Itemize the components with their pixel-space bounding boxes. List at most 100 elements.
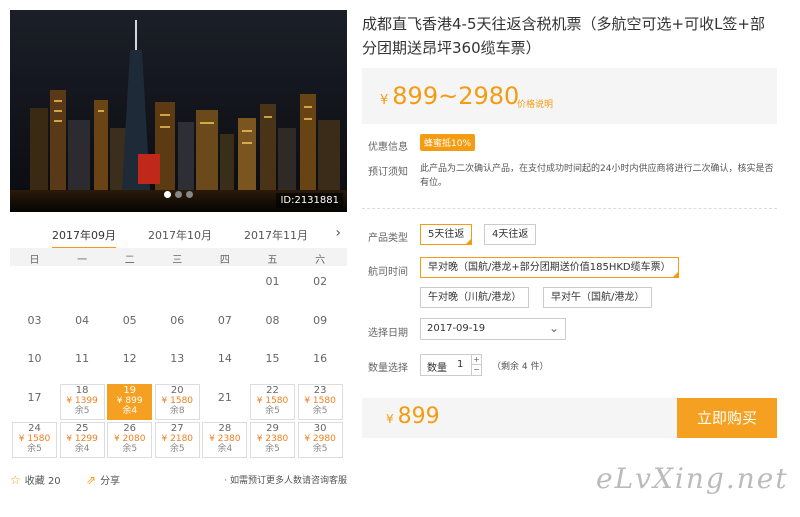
quantity-prefix: 数量 [427,363,447,374]
day-price: ¥ 2380 [256,434,289,444]
product-type-label: 产品类型 [368,233,408,244]
calendar-day-priced[interactable]: 28 ¥ 2380 余4 [202,422,248,458]
flight-option[interactable]: 午对晚（川航/港龙） [420,287,530,308]
buy-now-button[interactable]: 立即购买 [677,398,777,438]
calendar-day: 07 [202,311,247,347]
day-number: 09 [313,313,328,327]
calendar-day-priced[interactable]: 19 ¥ 899 余4 [107,383,153,420]
calendar-day-priced[interactable]: 22 ¥ 1580 余5 [250,383,295,420]
calendar-day: 03 [12,311,57,347]
final-price: ¥899 [386,404,440,429]
day-price: ¥ 1580 [304,395,336,406]
day-stock: 余4 [217,444,233,454]
carousel-dot[interactable] [175,191,182,198]
day-number: 25 [75,423,89,434]
calendar-day-priced[interactable]: 27 ¥ 2180 余5 [154,422,200,458]
calendar-day: 09 [298,311,343,347]
calendar-day: 14 [202,349,247,385]
carousel-dot[interactable] [164,191,171,198]
day-number: 23 [313,384,327,396]
day-number: 21 [217,390,232,404]
promo-badge: 蜂蜜抵10% [420,134,476,151]
calendar-day-priced[interactable]: 25 ¥ 1299 余4 [59,422,105,458]
option-5-day[interactable]: 5天往返 [420,224,473,245]
day-number: 14 [217,352,232,365]
day-number: 28 [218,423,232,434]
calendar-day: 01 [250,272,295,308]
weekday-label: 一 [77,255,88,266]
share-button[interactable]: ⇗ 分享 [86,472,120,487]
option-4-day[interactable]: 4天往返 [484,224,537,245]
day-stock: 余4 [122,405,138,416]
tab-month[interactable]: 2017年10月 [148,227,212,243]
calendar-day: 15 [250,349,295,385]
tab-month[interactable]: 2017年09月 [52,227,116,249]
day-number: 16 [313,352,328,365]
minus-icon[interactable]: − [471,365,481,375]
day-stock: 余5 [27,444,42,454]
day-price: ¥ 2080 [113,434,146,444]
carousel-dot[interactable] [186,191,193,198]
quantity-label: 数量选择 [368,363,408,374]
flight-option[interactable]: 早对午（国航/港龙） [543,287,653,308]
plus-icon[interactable]: + [471,355,481,365]
day-price: ¥ 1580 [18,434,51,444]
calendar-day-priced[interactable]: 18 ¥ 1399 余5 [59,383,105,420]
day-number: 06 [170,313,185,327]
calendar-day-priced[interactable]: 29 ¥ 2380 余5 [250,422,295,458]
calendar-day: 13 [155,349,200,385]
notice-label: 预订须知 [368,167,408,178]
day-number: 30 [313,423,327,434]
month-tabs: 2017年09月 2017年10月 2017年11月 › [10,222,347,249]
share-label: 分享 [100,476,121,487]
day-number: 17 [27,390,42,404]
date-select[interactable]: 2017-09-19 ⌄ [420,318,566,340]
calendar-day-priced[interactable]: 24 ¥ 1580 余5 [12,422,57,458]
day-number: 26 [123,423,137,434]
calendar-day: 06 [155,311,200,347]
quantity-stepper[interactable]: 数量 1 + − [420,354,482,376]
chevron-down-icon: ⌄ [548,321,559,335]
quantity-value[interactable]: 1 [457,359,463,370]
day-number: 10 [27,352,42,365]
day-stock: 余5 [312,405,328,416]
chevron-right-icon[interactable]: › [335,225,341,241]
calendar-day-priced[interactable]: 23 ¥ 1580 余5 [297,383,343,420]
buy-bar: ¥899 立即购买 [362,398,777,438]
price-range-value: 899~2980 [392,82,520,110]
weekday-label: 四 [219,255,230,266]
day-stock: 余5 [265,444,280,454]
day-number: 19 [123,384,137,396]
calendar-day: 08 [250,311,295,347]
price-note-link[interactable]: 价格说明 [517,97,553,110]
weekday-label: 日 [29,255,40,266]
day-number: 18 [75,384,89,396]
day-stock: 余5 [122,444,138,454]
day-price: ¥ 2380 [209,434,241,444]
day-price: ¥ 2180 [161,434,194,444]
favorite-button[interactable]: ☆ 收藏 20 [10,472,61,487]
day-price: ¥ 2980 [304,434,336,444]
flight-label: 航司时间 [368,267,408,278]
calendar-day-priced[interactable]: 26 ¥ 2080 余5 [107,422,153,458]
price-range: ¥899~2980 [380,82,519,110]
product-photo[interactable]: ID:2131881 [10,10,347,212]
day-stock: 余5 [169,444,185,454]
day-price: ¥ 1580 [256,395,289,406]
day-price: ¥ 899 [116,395,143,406]
calendar-day: 10 [12,349,57,385]
calendar-day-priced[interactable]: 20 ¥ 1580 余8 [154,383,200,420]
calendar-day-priced[interactable]: 30 ¥ 2980 余5 [297,422,343,458]
flight-option[interactable]: 早对晚（国航/港龙+部分团期送价值185HKD缆车票） [420,257,679,278]
day-number: 12 [122,352,137,365]
day-number: 24 [28,423,41,434]
day-number: 07 [217,313,232,327]
tab-month[interactable]: 2017年11月 [244,227,308,243]
day-stock: 余5 [265,405,280,416]
currency-symbol: ¥ [380,93,389,108]
day-stock: 余4 [74,444,90,454]
contact-hint[interactable]: · 如需预订更多人数请咨询客服 [224,473,347,486]
day-price: ¥ 1299 [66,434,98,444]
day-number: 22 [266,384,279,396]
currency-symbol: ¥ [386,412,394,426]
